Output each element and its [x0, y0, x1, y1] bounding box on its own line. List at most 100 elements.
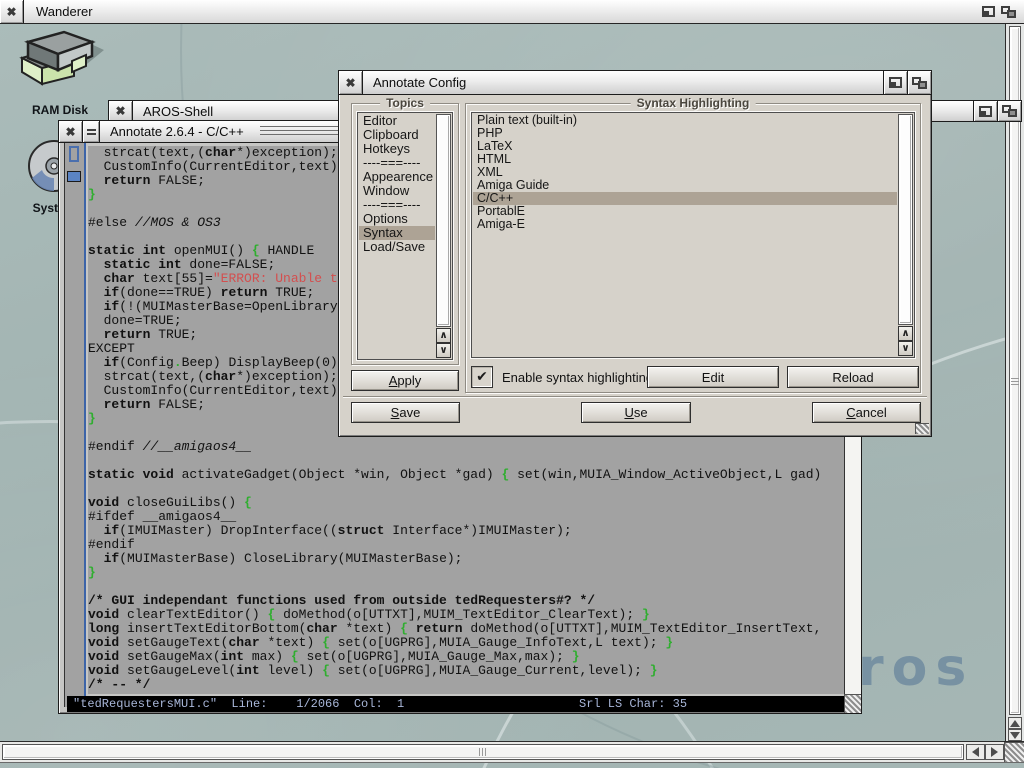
- syntax-scroll-down-button[interactable]: ∨: [898, 341, 913, 356]
- ram-disk-icon[interactable]: RAM Disk: [8, 28, 112, 117]
- disk-drive-icon: [12, 28, 108, 96]
- list-item[interactable]: HTML: [473, 153, 897, 166]
- dialog-separator: [343, 396, 927, 398]
- apply-button[interactable]: Apply: [351, 370, 459, 391]
- hscroll-thumb[interactable]: [4, 746, 962, 758]
- editor-resize-grip[interactable]: [844, 694, 861, 713]
- save-button[interactable]: Save: [351, 402, 460, 423]
- close-icon[interactable]: ✖: [339, 71, 363, 94]
- zoom-icon[interactable]: [973, 101, 997, 121]
- editor-statusbar: "tedRequestersMUI.c" Line: 1/2066 Col: 1…: [67, 696, 846, 712]
- dialog-body: Topics EditorClipboardHotkeys----===----…: [339, 95, 931, 436]
- code-line[interactable]: void setGaugeText(char *text) { set(o[UG…: [88, 636, 844, 650]
- fold-marker-icon[interactable]: [69, 146, 79, 162]
- code-line[interactable]: void clearTextEditor() { doMethod(o[UTTX…: [88, 608, 844, 622]
- zoom-icon[interactable]: [978, 0, 998, 23]
- enable-syntax-checkbox[interactable]: ✔: [471, 366, 493, 388]
- dialog-resize-grip[interactable]: [915, 423, 929, 434]
- list-item[interactable]: Amiga-E: [473, 218, 897, 231]
- close-glyph: ✖: [115, 104, 125, 118]
- code-line[interactable]: #endif: [88, 538, 844, 552]
- status-file-position: "tedRequestersMUI.c" Line: 1/2066 Col: 1: [73, 697, 404, 711]
- list-item[interactable]: Load/Save: [359, 240, 435, 254]
- topics-listbox: EditorClipboardHotkeys----===----Appeare…: [357, 112, 453, 360]
- code-line[interactable]: if(MUIMasterBase) CloseLibrary(MUIMaster…: [88, 552, 844, 566]
- list-item[interactable]: Options: [359, 212, 435, 226]
- code-line[interactable]: long insertTextEditorBottom(char *text) …: [88, 622, 844, 636]
- dialog-titlebar[interactable]: ✖ Annotate Config: [339, 71, 931, 95]
- code-line[interactable]: void setGaugeLevel(int level) { set(o[UG…: [88, 664, 844, 678]
- list-item[interactable]: ----===----: [359, 198, 435, 212]
- cancel-button[interactable]: Cancel: [812, 402, 921, 423]
- annotate-config-dialog: ✖ Annotate Config Topics EditorClipboard…: [338, 70, 932, 437]
- desktop-resize-grip[interactable]: [1004, 742, 1024, 762]
- list-item[interactable]: Syntax: [359, 226, 435, 240]
- syntax-listbox: Plain text (built-in)PHPLaTeXHTMLXMLAmig…: [471, 112, 915, 358]
- desktop-horizontal-scrollbar[interactable]: [0, 741, 1024, 763]
- list-item[interactable]: C/C++: [473, 192, 897, 205]
- vscroll-thumb[interactable]: [1011, 28, 1019, 713]
- vscroll-track[interactable]: [1009, 26, 1021, 715]
- code-line[interactable]: [88, 580, 844, 594]
- close-glyph: ✖: [345, 76, 355, 90]
- down-chevron-icon: ∨: [901, 343, 909, 354]
- scroll-down-button[interactable]: [1008, 729, 1022, 741]
- code-line[interactable]: [88, 454, 844, 468]
- scroll-up-button[interactable]: [1008, 717, 1022, 729]
- code-line[interactable]: if(IMUIMaster) DropInterface((struct Int…: [88, 524, 844, 538]
- reload-button[interactable]: Reload: [787, 366, 919, 388]
- iconify-icon[interactable]: [83, 121, 100, 142]
- screen-menubar[interactable]: ✖ Wanderer: [0, 0, 1024, 24]
- list-item[interactable]: PortablE: [473, 205, 897, 218]
- list-item[interactable]: Plain text (built-in): [473, 114, 897, 127]
- syntax-scrollbar[interactable]: [898, 114, 913, 325]
- depth-icon[interactable]: [997, 101, 1021, 121]
- bookmark-marker-icon[interactable]: [67, 171, 81, 182]
- dialog-titlebar-drag-area[interactable]: [476, 71, 883, 94]
- code-line[interactable]: void closeGuiLibs() {: [88, 496, 844, 510]
- code-line[interactable]: #ifdef __amigaos4__: [88, 510, 844, 524]
- close-icon[interactable]: ✖: [59, 121, 83, 142]
- desktop-vertical-scrollbar[interactable]: [1005, 24, 1024, 741]
- list-item[interactable]: PHP: [473, 127, 897, 140]
- syntax-scroll-up-button[interactable]: ∧: [898, 326, 913, 341]
- list-item[interactable]: Appearence: [359, 170, 435, 184]
- right-arrow-icon: [991, 747, 998, 757]
- list-item[interactable]: ----===----: [359, 156, 435, 170]
- depth-icon[interactable]: [998, 0, 1018, 23]
- list-item[interactable]: Window: [359, 184, 435, 198]
- edit-button[interactable]: Edit: [647, 366, 779, 388]
- scroll-right-button[interactable]: [985, 744, 1004, 760]
- topics-list: EditorClipboardHotkeys----===----Appeare…: [359, 114, 435, 358]
- close-icon[interactable]: ✖: [0, 0, 24, 23]
- list-item[interactable]: Hotkeys: [359, 142, 435, 156]
- hscroll-track[interactable]: [2, 744, 964, 760]
- code-line[interactable]: static void activateGadget(Object *win, …: [88, 468, 844, 482]
- topics-scroll-up-button[interactable]: ∧: [436, 328, 451, 343]
- dialog-title: Annotate Config: [363, 75, 476, 90]
- editor-gutter[interactable]: [64, 143, 86, 707]
- use-button[interactable]: Use: [581, 402, 691, 423]
- code-line[interactable]: /* GUI independant functions used from o…: [88, 594, 844, 608]
- zoom-icon[interactable]: [883, 71, 907, 94]
- syntax-list: Plain text (built-in)PHPLaTeXHTMLXMLAmig…: [473, 114, 897, 356]
- code-line[interactable]: #endif //__amigaos4__: [88, 440, 844, 454]
- depth-icon[interactable]: [907, 71, 931, 94]
- up-arrow-icon: [1010, 720, 1020, 727]
- down-arrow-icon: [1010, 732, 1020, 739]
- list-item[interactable]: LaTeX: [473, 140, 897, 153]
- list-item[interactable]: Amiga Guide: [473, 179, 897, 192]
- code-line[interactable]: void setGaugeMax(int max) { set(o[UGPRG]…: [88, 650, 844, 664]
- topics-scrollbar[interactable]: [436, 114, 451, 327]
- list-item[interactable]: Clipboard: [359, 128, 435, 142]
- code-line[interactable]: /* -- */: [88, 678, 844, 692]
- scroll-left-button[interactable]: [966, 744, 985, 760]
- close-icon[interactable]: ✖: [109, 101, 133, 121]
- topics-scroll-thumb[interactable]: [438, 116, 449, 325]
- code-line[interactable]: }: [88, 566, 844, 580]
- topics-scroll-down-button[interactable]: ∨: [436, 343, 451, 358]
- syntax-scroll-thumb[interactable]: [900, 116, 911, 323]
- list-item[interactable]: Editor: [359, 114, 435, 128]
- aros-screen: ros RAM Disk System ✖ AROS-Shell: [0, 0, 1024, 768]
- code-line[interactable]: [88, 482, 844, 496]
